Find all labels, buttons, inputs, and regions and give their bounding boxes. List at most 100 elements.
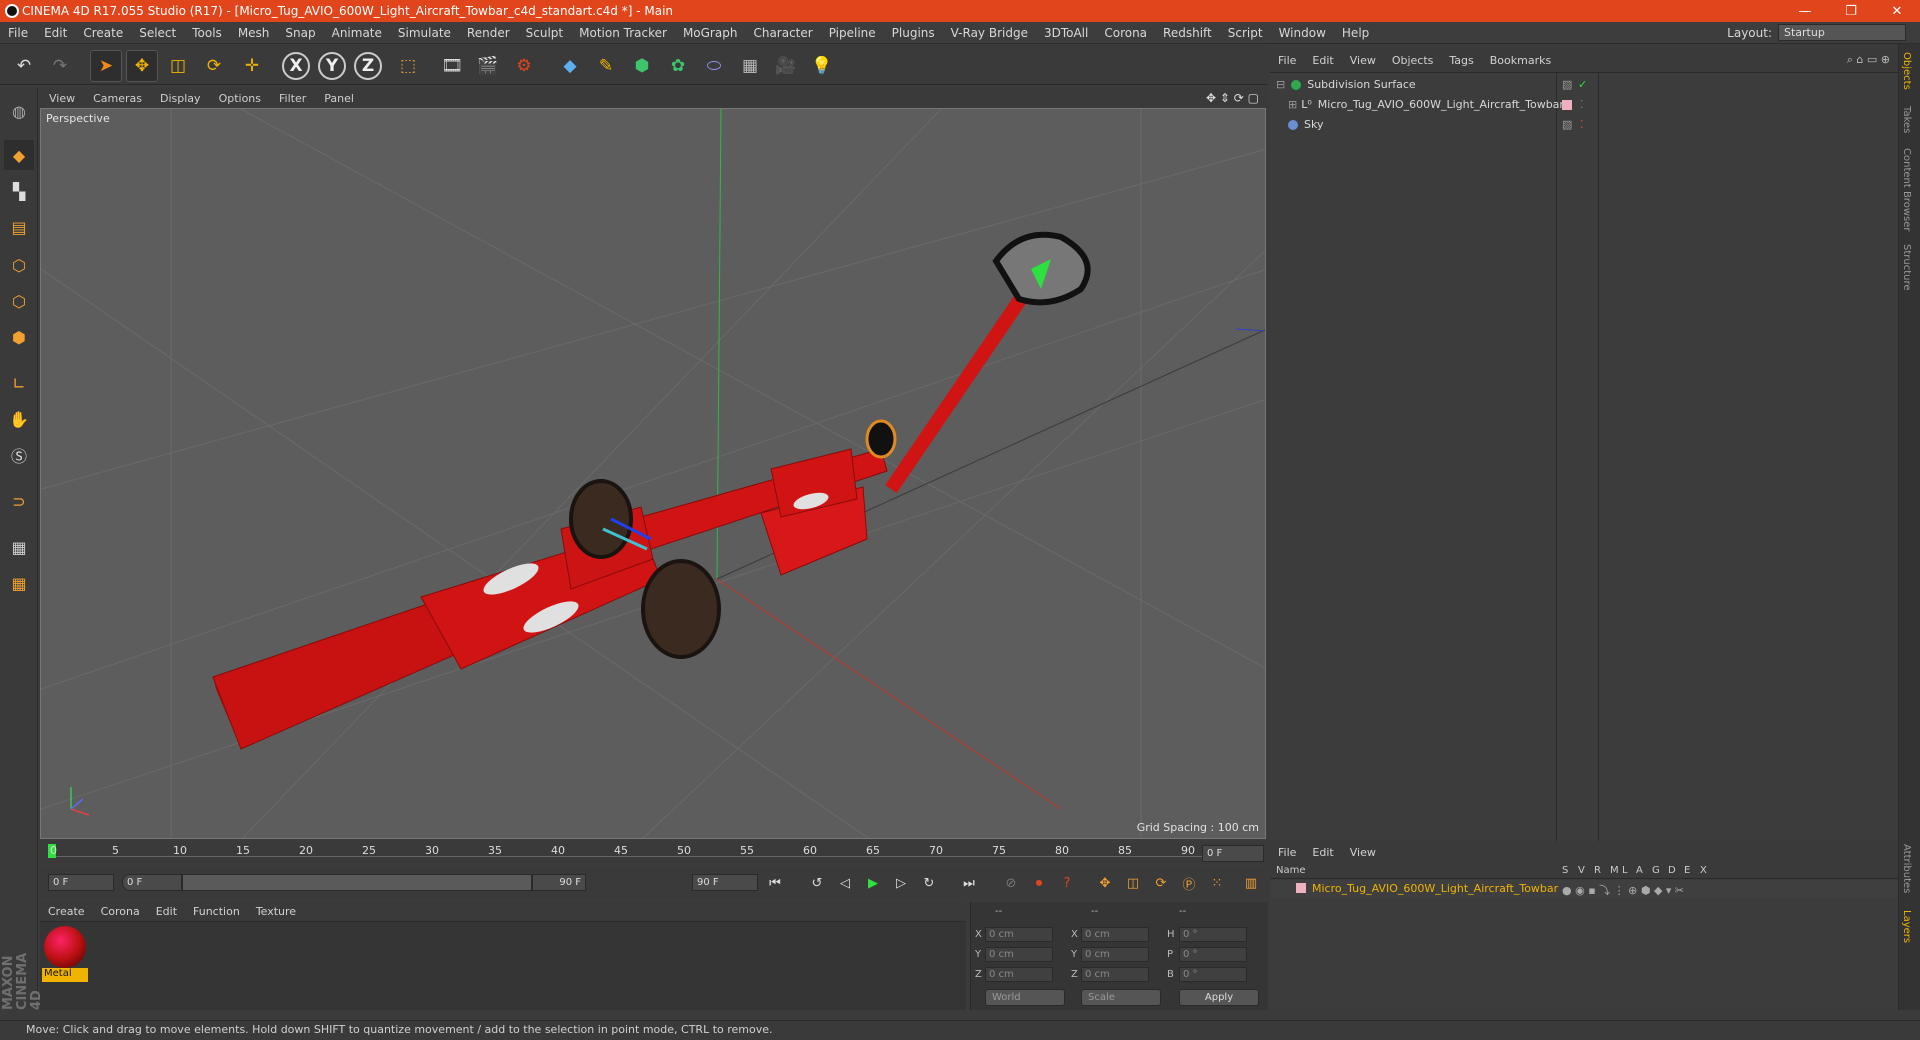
- menu-animate[interactable]: Animate: [324, 26, 390, 40]
- axis-mode-icon[interactable]: ∟: [4, 368, 34, 398]
- obj-menu-objects[interactable]: Objects: [1384, 54, 1442, 67]
- viewport-menu-panel[interactable]: Panel: [315, 92, 363, 105]
- menu-redshift[interactable]: Redshift: [1155, 26, 1220, 40]
- obj-menu-view[interactable]: View: [1342, 54, 1384, 67]
- mat-menu-corona[interactable]: Corona: [93, 905, 148, 918]
- size-mode-dropdown[interactable]: Scale: [1081, 989, 1161, 1006]
- next-frame-icon[interactable]: ▷: [890, 872, 912, 894]
- restore-button[interactable]: ❐: [1828, 0, 1874, 22]
- tab-attributes[interactable]: Attributes: [1901, 844, 1912, 893]
- key-param-icon[interactable]: Ⓟ: [1178, 872, 1200, 894]
- coord-system-icon[interactable]: ⬚: [392, 50, 424, 82]
- array-icon[interactable]: ✿: [662, 50, 694, 82]
- object-row[interactable]: ⊞ L⁰ Micro_Tug_AVIO_600W_Light_Aircraft_…: [1270, 95, 1898, 114]
- y-axis-icon[interactable]: Y: [318, 52, 346, 80]
- cube-icon[interactable]: ◆: [554, 50, 586, 82]
- timeline-window-icon[interactable]: ▥: [1240, 872, 1262, 894]
- layout-dropdown[interactable]: Startup: [1778, 24, 1906, 41]
- mat-menu-edit[interactable]: Edit: [148, 905, 185, 918]
- start-frame-field[interactable]: 0 F: [48, 874, 114, 891]
- camera-icon[interactable]: 🎥: [770, 50, 802, 82]
- mat-menu-function[interactable]: Function: [185, 905, 248, 918]
- mat-menu-texture[interactable]: Texture: [248, 905, 304, 918]
- apply-button[interactable]: Apply: [1179, 989, 1259, 1006]
- lock-workplane-icon[interactable]: ▦: [4, 532, 34, 562]
- light-icon[interactable]: 💡: [806, 50, 838, 82]
- previous-frame-icon[interactable]: ◁: [834, 872, 856, 894]
- menu-render[interactable]: Render: [459, 26, 518, 40]
- position-z-field[interactable]: 0 cm: [985, 967, 1053, 982]
- snap-icon[interactable]: Ⓢ: [4, 440, 34, 470]
- render-picture-icon[interactable]: 🎬: [472, 50, 504, 82]
- scale-icon[interactable]: ◫: [162, 50, 194, 82]
- menu-edit[interactable]: Edit: [36, 26, 75, 40]
- model-mode-icon[interactable]: ◆: [4, 140, 34, 170]
- menu-plugins[interactable]: Plugins: [884, 26, 943, 40]
- mat-menu-create[interactable]: Create: [40, 905, 93, 918]
- play-icon[interactable]: ▶: [862, 872, 884, 894]
- undo-icon[interactable]: ↶: [8, 50, 40, 82]
- magnet-icon[interactable]: ⊃: [4, 486, 34, 516]
- menu-mograph[interactable]: MoGraph: [675, 26, 746, 40]
- rotate-icon[interactable]: ⟳: [198, 50, 230, 82]
- points-mode-icon[interactable]: ⬡: [4, 250, 34, 280]
- previous-key-icon[interactable]: ↺: [806, 872, 828, 894]
- x-axis-icon[interactable]: X: [282, 52, 310, 80]
- rotation-b-field[interactable]: 0 °: [1179, 967, 1247, 982]
- layer-menu-edit[interactable]: Edit: [1304, 846, 1341, 859]
- current-frame-field[interactable]: 0 F: [1202, 845, 1264, 862]
- go-to-start-icon[interactable]: ⏮: [764, 872, 786, 894]
- make-editable-icon[interactable]: ◍: [4, 96, 34, 126]
- menu-corona[interactable]: Corona: [1096, 26, 1155, 40]
- coord-system-dropdown[interactable]: World: [985, 989, 1065, 1006]
- menu-create[interactable]: Create: [75, 26, 131, 40]
- texture-mode-icon[interactable]: ▚: [4, 176, 34, 206]
- key-pla-icon[interactable]: ⁙: [1206, 872, 1228, 894]
- minimize-button[interactable]: —: [1782, 0, 1828, 22]
- menu-3dtoall[interactable]: 3DToAll: [1036, 26, 1096, 40]
- rotation-p-field[interactable]: 0 °: [1179, 947, 1247, 962]
- menu-script[interactable]: Script: [1220, 26, 1271, 40]
- viewport-menu-cameras[interactable]: Cameras: [84, 92, 151, 105]
- menu-snap[interactable]: Snap: [277, 26, 323, 40]
- menu-select[interactable]: Select: [131, 26, 184, 40]
- tab-structure[interactable]: Structure: [1901, 244, 1912, 291]
- menu-sculpt[interactable]: Sculpt: [518, 26, 571, 40]
- pen-icon[interactable]: ✎: [590, 50, 622, 82]
- menu-simulate[interactable]: Simulate: [390, 26, 459, 40]
- viewport-menu-display[interactable]: Display: [151, 92, 210, 105]
- motion-record-icon[interactable]: ⊘: [1000, 872, 1022, 894]
- redo-icon[interactable]: ↷: [44, 50, 76, 82]
- viewport-nav-icons[interactable]: ✥ ⇕ ⟳ ▢: [1197, 91, 1268, 105]
- range-start-field[interactable]: 0 F: [122, 874, 182, 891]
- 3d-viewport[interactable]: Perspective Grid Spacing : 100 cm: [40, 108, 1266, 839]
- viewport-menu-options[interactable]: Options: [210, 92, 270, 105]
- edges-mode-icon[interactable]: ⬡: [4, 286, 34, 316]
- move-icon[interactable]: ✥: [126, 50, 158, 82]
- obj-menu-tags[interactable]: Tags: [1441, 54, 1481, 67]
- obj-menu-file[interactable]: File: [1270, 54, 1304, 67]
- material-label[interactable]: Metal: [42, 968, 88, 982]
- menu-window[interactable]: Window: [1271, 26, 1334, 40]
- layer-flag-icons[interactable]: ● ◉ ▪ ⤵ ⋮ ⊕ ⬢ ◆ ▾ ✂: [1562, 882, 1684, 898]
- key-position-icon[interactable]: ✥: [1094, 872, 1116, 894]
- layer-menu-file[interactable]: File: [1270, 846, 1304, 859]
- menu-tools[interactable]: Tools: [184, 26, 230, 40]
- z-axis-icon[interactable]: Z: [354, 52, 382, 80]
- menu-file[interactable]: File: [0, 26, 36, 40]
- autokey-icon[interactable]: ?: [1056, 872, 1078, 894]
- end-frame-field[interactable]: 90 F: [692, 874, 758, 891]
- viewport-menu-filter[interactable]: Filter: [270, 92, 315, 105]
- render-settings-icon[interactable]: ⚙: [508, 50, 540, 82]
- key-scale-icon[interactable]: ◫: [1122, 872, 1144, 894]
- render-view-icon[interactable]: 🎞: [436, 50, 468, 82]
- tab-takes[interactable]: Takes: [1901, 106, 1912, 133]
- position-y-field[interactable]: 0 cm: [985, 947, 1053, 962]
- position-x-field[interactable]: 0 cm: [985, 927, 1053, 942]
- deformer-icon[interactable]: ⬭: [698, 50, 730, 82]
- menu-motion-tracker[interactable]: Motion Tracker: [571, 26, 675, 40]
- key-rotation-icon[interactable]: ⟳: [1150, 872, 1172, 894]
- size-z-field[interactable]: 0 cm: [1081, 967, 1149, 982]
- menu-vray-bridge[interactable]: V-Ray Bridge: [943, 26, 1036, 40]
- menu-mesh[interactable]: Mesh: [230, 26, 278, 40]
